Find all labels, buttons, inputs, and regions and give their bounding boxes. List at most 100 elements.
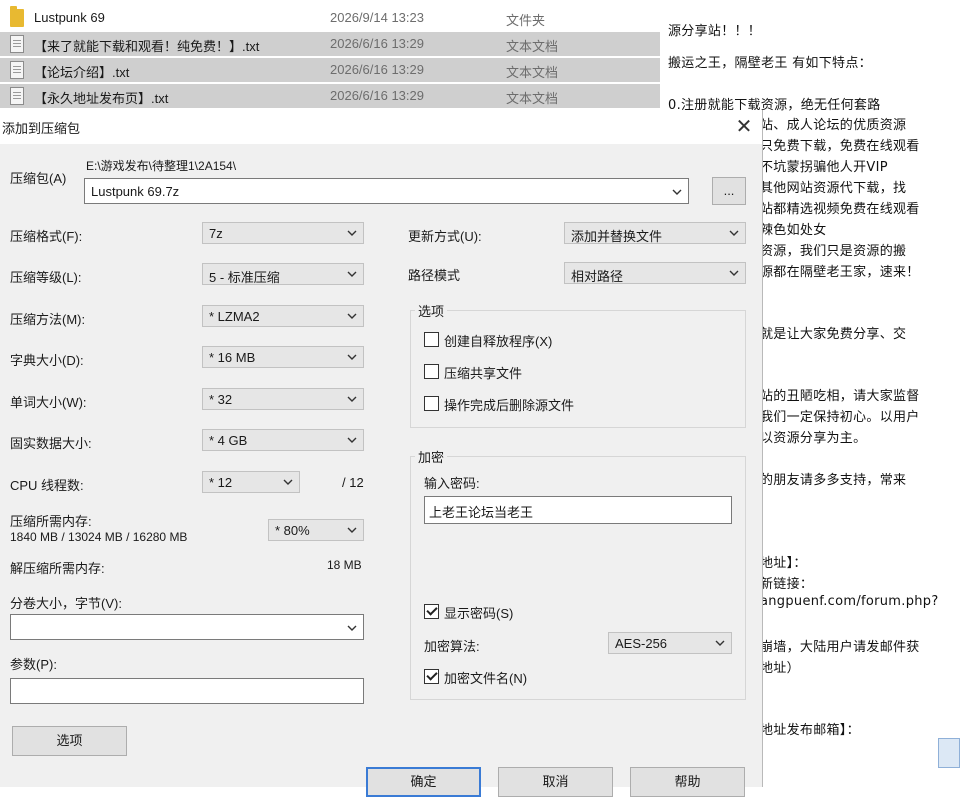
notepad-line: 不坑蒙拐骗他人开VIP [760, 160, 888, 175]
split-size-combo[interactable] [10, 614, 364, 640]
text-file-icon [10, 87, 24, 105]
scrollbar-icon[interactable] [938, 738, 960, 768]
level-value: 5 - 标准压缩 [209, 270, 280, 285]
options-group-title: 选项 [415, 301, 448, 320]
close-button[interactable]: ✕ [730, 114, 758, 140]
cpu-value: * 12 [209, 475, 233, 490]
encrypt-names-label: 加密文件名(N) [444, 671, 528, 686]
help-button[interactable]: 帮助 [630, 767, 745, 797]
solid-label: 固实数据大小: [10, 436, 92, 451]
mem-label: 压缩所需内存: [10, 514, 92, 529]
path-mode-value: 相对路径 [571, 269, 624, 284]
dict-value: * 16 MB [209, 350, 256, 365]
file-date: 2026/6/16 13:29 [330, 36, 424, 51]
mem-percent-value: * 80% [275, 523, 310, 538]
path-mode-label: 路径模式 [408, 268, 461, 283]
solid-value: * 4 GB [209, 433, 248, 448]
notepad-line: 站、成人论坛的优质资源 [760, 118, 907, 133]
dict-label: 字典大小(D): [10, 353, 84, 368]
notepad-line: 地址） [760, 661, 800, 676]
update-select[interactable]: 添加并替换文件 [564, 222, 746, 244]
chevron-down-icon [283, 479, 293, 485]
notepad-line: angpuenf.com/forum.php? [760, 594, 939, 609]
level-label: 压缩等级(L): [10, 270, 82, 285]
chevron-down-icon [347, 313, 357, 319]
notepad-line: 以资源分享为主。 [760, 431, 867, 446]
ok-button[interactable]: 确定 [366, 767, 481, 797]
show-password-checkbox[interactable] [424, 604, 439, 619]
encryption-group-title: 加密 [415, 447, 448, 466]
file-type: 文本文档 [506, 65, 559, 80]
format-select[interactable]: 7z [202, 222, 364, 244]
notepad-line: 资源，我们只是资源的搬 [760, 244, 907, 259]
chevron-down-icon [347, 527, 357, 533]
path-mode-select[interactable]: 相对路径 [564, 262, 746, 284]
dialog-title: 添加到压缩包 [2, 121, 81, 136]
params-label: 参数(P): [10, 657, 57, 672]
format-label: 压缩格式(F): [10, 229, 83, 244]
split-label: 分卷大小，字节(V): [10, 596, 122, 611]
cpu-select[interactable]: * 12 [202, 471, 300, 493]
delete-checkbox[interactable] [424, 396, 439, 411]
archive-label: 压缩包(A) [10, 171, 67, 186]
file-type: 文本文档 [506, 39, 559, 54]
chevron-down-icon [715, 640, 725, 646]
notepad-line: 只免费下载，免费在线观看 [760, 139, 920, 154]
encrypt-names-checkbox[interactable] [424, 669, 439, 684]
word-select[interactable]: * 32 [202, 388, 364, 410]
notepad-line: 崩墙，大陆用户请发邮件获 [760, 640, 920, 655]
enc-method-value: AES-256 [615, 636, 668, 651]
file-row[interactable]: 【永久地址发布页】.txt 2026/6/16 13:29 文本文档 [0, 84, 660, 108]
file-name: 【永久地址发布页】.txt [34, 91, 169, 106]
notepad-line: 源都在隔壁老王家，速来！ [760, 265, 920, 280]
chevron-down-icon [347, 271, 357, 277]
file-type: 文本文档 [506, 91, 559, 106]
level-select[interactable]: 5 - 标准压缩 [202, 263, 364, 285]
params-input[interactable] [10, 678, 364, 704]
enc-method-label: 加密算法: [424, 639, 480, 654]
file-row[interactable]: 【论坛介绍】.txt 2026/6/16 13:29 文本文档 [0, 58, 660, 82]
cpu-label: CPU 线程数: [10, 478, 84, 493]
update-label: 更新方式(U): [408, 229, 482, 244]
text-file-icon [10, 35, 24, 53]
file-row[interactable]: 【来了就能下载和观看！纯免费！】.txt 2026/6/16 13:29 文本文… [0, 32, 660, 56]
show-password-label: 显示密码(S) [444, 606, 514, 621]
browse-button[interactable]: ... [712, 177, 746, 205]
notepad-line: 搬运之王，隔壁老王 有如下特点： [668, 56, 872, 71]
password-input[interactable]: 上老王论坛当老王 [424, 496, 732, 524]
text-file-icon [10, 61, 24, 79]
sfx-checkbox[interactable] [424, 332, 439, 347]
options-button[interactable]: 选项 [12, 726, 127, 756]
enc-method-select[interactable]: AES-256 [608, 632, 732, 654]
chevron-down-icon [347, 437, 357, 443]
dict-select[interactable]: * 16 MB [202, 346, 364, 368]
archive-name-combo[interactable]: Lustpunk 69.7z [84, 178, 689, 204]
encryption-group [410, 456, 746, 700]
notepad-line: 地址】： [760, 556, 807, 571]
decomp-value: 18 MB [327, 558, 362, 572]
shared-label: 压缩共享文件 [444, 366, 523, 381]
file-date: 2026/6/16 13:29 [330, 62, 424, 77]
add-to-archive-dialog: 添加到压缩包 ✕ 压缩包(A) E:\游戏发布\待整理1\2A154\ Lust… [0, 110, 763, 797]
mem-percent-select[interactable]: * 80% [268, 519, 364, 541]
password-value: 上老王论坛当老王 [429, 505, 534, 520]
chevron-down-icon [672, 189, 682, 195]
dialog-titlebar: 添加到压缩包 ✕ [0, 110, 762, 144]
format-value: 7z [209, 226, 223, 241]
shared-checkbox[interactable] [424, 364, 439, 379]
chevron-down-icon [347, 230, 357, 236]
solid-select[interactable]: * 4 GB [202, 429, 364, 451]
notepad-line: 地址发布邮箱】： [760, 723, 860, 738]
notepad-line: 站的丑陋吃相，请大家监督 [760, 389, 920, 404]
file-row-folder[interactable]: Lustpunk 69 2026/9/14 13:23 文件夹 [0, 6, 660, 30]
notepad-line: 其他网站资源代下载，找 [760, 181, 907, 196]
archive-path: E:\游戏发布\待整理1\2A154\ [86, 159, 237, 173]
file-name: 【论坛介绍】.txt [34, 65, 130, 80]
cancel-button[interactable]: 取消 [498, 767, 613, 797]
sfx-label: 创建自释放程序(X) [444, 334, 553, 349]
file-date: 2026/9/14 13:23 [330, 10, 424, 25]
method-select[interactable]: * LZMA2 [202, 305, 364, 327]
chevron-down-icon [347, 625, 357, 631]
folder-icon [10, 6, 24, 27]
cpu-max: / 12 [342, 475, 364, 490]
